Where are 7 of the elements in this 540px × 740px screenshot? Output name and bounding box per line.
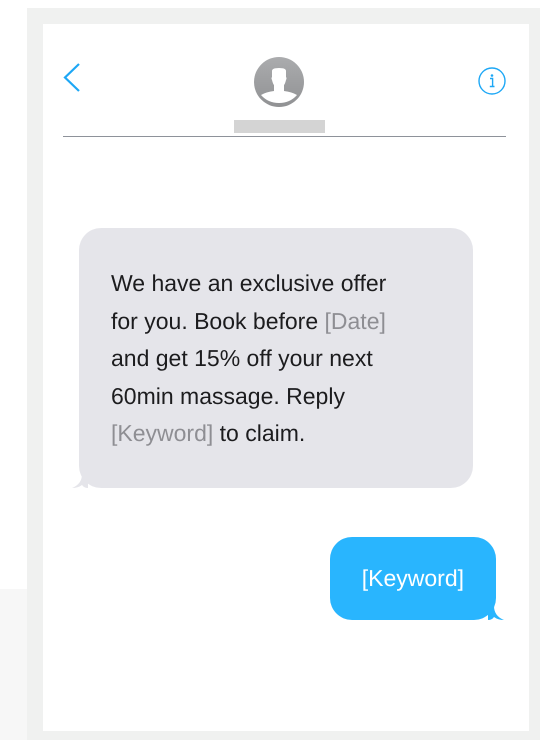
sent-message: [Keyword] bbox=[330, 536, 496, 620]
received-message: We have an exclusive offer for you. Book before [Date] and get 15% off your next 60min massage. Reply [Keyword] to claim. bbox=[79, 228, 473, 488]
bubble-tail bbox=[72, 474, 88, 488]
back-icon[interactable] bbox=[63, 63, 80, 92]
avatar-icon bbox=[254, 57, 304, 107]
info-icon[interactable] bbox=[478, 67, 506, 95]
bubble-tail bbox=[488, 606, 504, 620]
